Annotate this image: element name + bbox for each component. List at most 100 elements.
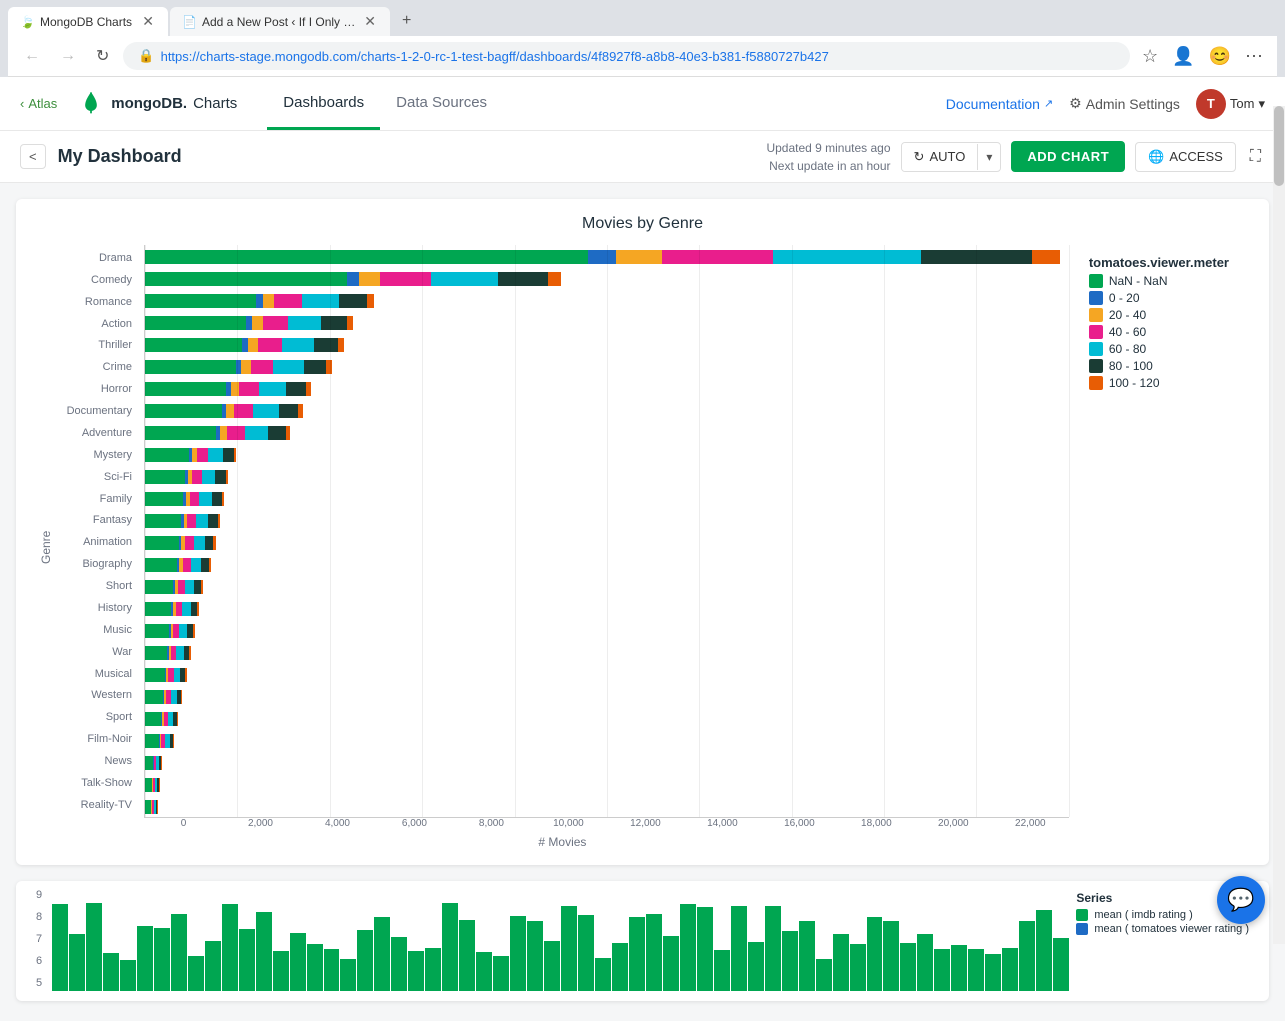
- mini-bar: [765, 906, 781, 991]
- mini-bar: [714, 950, 730, 991]
- back-button[interactable]: ←: [18, 45, 46, 67]
- mini-bar: [680, 904, 696, 991]
- bar-segment: [226, 470, 229, 484]
- globe-icon: 🌐: [1148, 149, 1164, 165]
- bar-segments: [145, 734, 174, 748]
- legend-color-swatch: [1089, 359, 1103, 373]
- legend-items: NaN - NaN0 - 2020 - 4040 - 6060 - 8080 -…: [1089, 274, 1229, 390]
- fullscreen-button[interactable]: ⛶: [1246, 144, 1265, 170]
- mini-bar: [1002, 948, 1018, 991]
- chat-bubble[interactable]: 💬: [1217, 876, 1265, 924]
- dashboard-back-button[interactable]: <: [20, 144, 46, 169]
- y-axis-label-item: Fantasy: [56, 510, 138, 530]
- legend-item: 100 - 120: [1089, 376, 1229, 390]
- legend-color-swatch: [1089, 274, 1103, 288]
- tab-close-2[interactable]: ✕: [362, 13, 378, 30]
- legend-item-label: 0 - 20: [1109, 291, 1140, 305]
- bookmark-button[interactable]: ☆: [1138, 44, 1162, 69]
- bar-segment: [347, 316, 353, 330]
- tab-dashboards[interactable]: Dashboards: [267, 77, 380, 130]
- bar-segments: [145, 294, 376, 308]
- auto-button[interactable]: ↻ AUTO: [902, 143, 978, 171]
- x-axis: 02,0004,0006,0008,00010,00012,00014,0001…: [56, 818, 1069, 829]
- legend-item: 60 - 80: [1089, 342, 1229, 356]
- y-axis-label-item: Comedy: [56, 270, 138, 290]
- scrollbar-thumb[interactable]: [1274, 106, 1284, 186]
- legend-item-label: 60 - 80: [1109, 342, 1146, 356]
- bar-segment: [223, 448, 234, 462]
- grid-line: [330, 245, 331, 817]
- chart2-y-label: 7: [36, 933, 42, 945]
- y-axis-label-item: Sport: [56, 707, 138, 727]
- bar-segment: [588, 250, 616, 264]
- url-bar[interactable]: 🔒 https://charts-stage.mongodb.com/chart…: [123, 42, 1130, 70]
- x-axis-label: # Movies: [56, 829, 1069, 849]
- scrollbar-track[interactable]: [1273, 106, 1285, 944]
- tab-data-sources[interactable]: Data Sources: [380, 77, 503, 130]
- y-axis-label-item: Documentary: [56, 401, 138, 421]
- bar-segment: [194, 536, 205, 550]
- emoji-button[interactable]: 😊: [1205, 44, 1235, 69]
- user-profile-button[interactable]: 👤: [1168, 44, 1198, 69]
- new-tab-button[interactable]: +: [392, 6, 421, 36]
- mini-bar: [850, 944, 866, 991]
- bar-segment: [201, 580, 203, 594]
- mini-bar: [782, 931, 798, 991]
- y-axis-label-item: Animation: [56, 532, 138, 552]
- bar-segment: [145, 734, 159, 748]
- bar-segments: [145, 646, 191, 660]
- access-button[interactable]: 🌐 ACCESS: [1135, 142, 1236, 172]
- bar-segment: [220, 426, 227, 440]
- bar-segments: [145, 668, 187, 682]
- bar-segment: [145, 624, 169, 638]
- mini-bar: [985, 954, 1001, 991]
- mini-bar: [307, 944, 323, 991]
- bar-segment: [338, 338, 344, 352]
- bar-segment: [197, 448, 208, 462]
- bar-segment: [359, 272, 380, 286]
- bar-segment: [256, 294, 263, 308]
- browser-tab-2[interactable]: 📄 Add a New Post ‹ If I Only Had a... ✕: [170, 7, 390, 36]
- legend-color-swatch: [1089, 376, 1103, 390]
- reload-button[interactable]: ↻: [90, 44, 115, 68]
- bar-segment: [222, 492, 224, 506]
- forward-button[interactable]: →: [54, 45, 82, 67]
- chevron-down-icon: ▾: [986, 150, 992, 164]
- mini-bar: [1053, 938, 1069, 991]
- auto-dropdown-button[interactable]: ▾: [977, 144, 1000, 170]
- bars-area: [144, 245, 1069, 818]
- logo-text: mongoDB.: [111, 95, 187, 112]
- menu-button[interactable]: ⋯: [1241, 44, 1267, 69]
- bar-segment: [347, 272, 360, 286]
- add-chart-button[interactable]: ADD CHART: [1011, 141, 1125, 172]
- mini-bar: [340, 959, 356, 991]
- bar-segment: [215, 470, 225, 484]
- chart-container-2: 98765 Seriesmean ( imdb rating )mean ( t…: [16, 881, 1269, 1001]
- y-axis-label-item: Action: [56, 314, 138, 334]
- bar-segment: [190, 492, 200, 506]
- y-axis-label-item: History: [56, 598, 138, 618]
- bar-segment: [286, 382, 306, 396]
- y-axis-label-item: War: [56, 642, 138, 662]
- mini-bar: [1019, 921, 1035, 991]
- bar-segments: [145, 756, 162, 770]
- documentation-link[interactable]: Documentation ↗: [946, 96, 1053, 112]
- mini-bar: [425, 948, 441, 991]
- bar-segment: [181, 690, 182, 704]
- legend-item: 20 - 40: [1089, 308, 1229, 322]
- bar-segments: [145, 778, 160, 792]
- admin-settings-link[interactable]: ⚙ Admin Settings: [1069, 95, 1180, 112]
- browser-tab-1[interactable]: 🍃 MongoDB Charts ✕: [8, 7, 168, 36]
- y-axis-label-item: Drama: [56, 248, 138, 268]
- logo-area[interactable]: mongoDB. Charts: [77, 90, 237, 118]
- atlas-link[interactable]: ‹ Atlas: [20, 96, 57, 111]
- user-menu[interactable]: T Tom ▾: [1196, 89, 1265, 119]
- chart2-legend-label: mean ( tomatoes viewer rating ): [1094, 923, 1249, 935]
- grid-line: [884, 245, 885, 817]
- x-axis-tick: 6,000: [376, 818, 453, 829]
- bar-segment: [145, 602, 171, 616]
- chart2-y-label: 6: [36, 955, 42, 967]
- tab-close-1[interactable]: ✕: [140, 13, 156, 30]
- bar-segments: [145, 404, 305, 418]
- bar-segment: [258, 338, 282, 352]
